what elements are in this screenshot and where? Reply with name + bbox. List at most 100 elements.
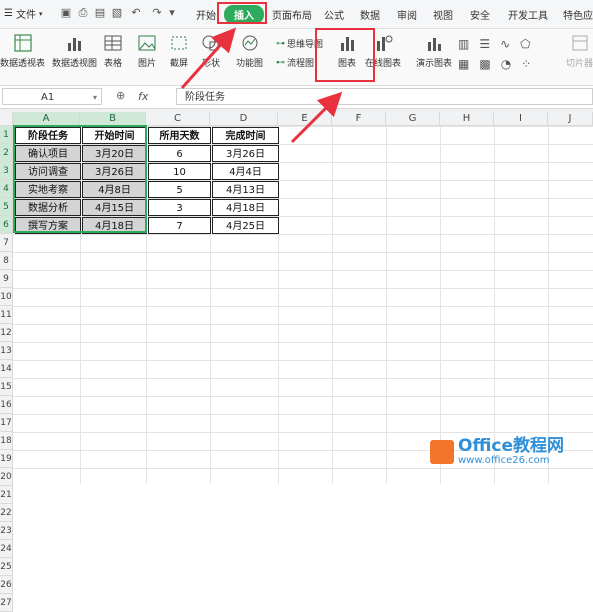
tab-formulas[interactable]: 公式 xyxy=(324,7,344,22)
row-header[interactable]: 21 xyxy=(0,486,13,504)
row-header[interactable]: 24 xyxy=(0,540,13,558)
tab-developer[interactable]: 开发工具 xyxy=(508,7,548,22)
row-header[interactable]: 22 xyxy=(0,504,13,522)
row-header[interactable]: 23 xyxy=(0,522,13,540)
table-cell[interactable]: 5 xyxy=(148,181,211,198)
column-header-j[interactable]: J xyxy=(548,112,593,126)
table-cell[interactable]: 10 xyxy=(148,163,211,180)
table-button[interactable]: 表格 xyxy=(102,33,124,69)
picture-button[interactable]: 图片 xyxy=(136,33,158,69)
column-header-i[interactable]: I xyxy=(494,112,548,126)
screenshot-button[interactable]: 截屏 xyxy=(168,33,190,69)
row-header[interactable]: 26 xyxy=(0,576,13,594)
menu-bar: ☰ 文件 ▾ ▣ ⎙ ▤ ▧ ↶ ↷ ▾ 开始 插入 页面布局 公式 数据 审阅… xyxy=(0,0,593,29)
column-header-e[interactable]: E xyxy=(278,112,332,126)
mind-map-icon: ⊶ xyxy=(276,38,285,49)
bar-chart-icon[interactable]: ☰ xyxy=(479,37,490,51)
save-icon[interactable]: ▣ xyxy=(60,7,72,19)
chevron-down-icon: ▾ xyxy=(38,9,43,18)
column-header-c[interactable]: C xyxy=(146,112,210,126)
file-menu[interactable]: ☰ 文件 ▾ xyxy=(4,6,42,21)
tab-view[interactable]: 视图 xyxy=(433,7,453,22)
header-days[interactable]: 所用天数 xyxy=(148,127,211,144)
select-all-corner[interactable] xyxy=(0,112,13,126)
table-cell[interactable]: 4月18日 xyxy=(212,199,279,216)
row-header[interactable]: 8 xyxy=(0,252,13,270)
row-header[interactable]: 10 xyxy=(0,288,13,306)
function-chart-button[interactable]: 功能图 xyxy=(236,33,263,69)
table-cell[interactable]: 3月26日 xyxy=(212,145,279,162)
row-header[interactable]: 2 xyxy=(0,144,13,162)
row-header[interactable]: 6 xyxy=(0,216,13,234)
column-header-b[interactable]: B xyxy=(80,112,146,126)
row-header[interactable]: 27 xyxy=(0,594,13,612)
row-header[interactable]: 7 xyxy=(0,234,13,252)
flowchart-button[interactable]: ⊷ 流程图 xyxy=(276,56,314,70)
grid-line xyxy=(494,126,495,484)
pivot-chart-button[interactable]: 数据透视图 xyxy=(52,33,97,69)
ribbon: 数据透视表 数据透视图 表格 图片 截屏 形状 功能图 ⊶ 思维导图 ⊷ 流程图… xyxy=(0,29,593,86)
row-header[interactable]: 15 xyxy=(0,378,13,396)
tab-security[interactable]: 安全 xyxy=(470,7,490,22)
row-header[interactable]: 14 xyxy=(0,360,13,378)
column-header-h[interactable]: H xyxy=(440,112,494,126)
column-header-g[interactable]: G xyxy=(386,112,440,126)
row-header[interactable]: 20 xyxy=(0,468,13,486)
pivot-table-button[interactable]: 数据透视表 xyxy=(0,33,45,69)
column-header-a[interactable]: A xyxy=(13,112,80,126)
print-icon[interactable]: ⎙ xyxy=(77,7,89,19)
radar-chart-icon[interactable]: ⬠ xyxy=(520,37,530,51)
function-chart-label: 功能图 xyxy=(236,59,264,69)
grid-line xyxy=(548,126,549,484)
row-header[interactable]: 13 xyxy=(0,342,13,360)
more-icon[interactable]: ▾ xyxy=(166,7,178,19)
demo-chart-button[interactable]: 演示图表 xyxy=(416,33,452,69)
slicer-icon xyxy=(572,35,587,51)
row-header[interactable]: 16 xyxy=(0,396,13,414)
function-icon[interactable]: fx xyxy=(138,90,148,103)
tab-page-layout[interactable]: 页面布局 xyxy=(272,7,312,22)
row-header[interactable]: 5 xyxy=(0,198,13,216)
redo-icon[interactable]: ↷ xyxy=(151,7,163,19)
row-header[interactable]: 9 xyxy=(0,270,13,288)
row-header[interactable]: 3 xyxy=(0,162,13,180)
column-header-d[interactable]: D xyxy=(210,112,278,126)
pie-chart-icon[interactable]: ◔ xyxy=(501,57,511,71)
header-finish-time[interactable]: 完成时间 xyxy=(212,127,279,144)
table-cell[interactable]: 6 xyxy=(148,145,211,162)
tab-review[interactable]: 审阅 xyxy=(397,7,417,22)
undo-icon[interactable]: ↶ xyxy=(130,7,142,19)
slicer-button[interactable]: 切片器 xyxy=(566,33,593,69)
chart-type-row-1: ▥ ☰ ∿ ⬠ xyxy=(458,37,531,51)
formula-input[interactable]: 阶段任务 xyxy=(176,88,593,105)
column-header-f[interactable]: F xyxy=(332,112,386,126)
row-header[interactable]: 25 xyxy=(0,558,13,576)
tab-features[interactable]: 特色应 xyxy=(563,7,593,22)
name-box[interactable]: A1 ▾ xyxy=(2,88,102,105)
column-chart-icon[interactable]: ▥ xyxy=(458,37,469,51)
table-cell[interactable]: 4月25日 xyxy=(212,217,279,234)
print-preview-icon[interactable]: ▤ xyxy=(94,7,106,19)
tab-data[interactable]: 数据 xyxy=(360,7,380,22)
area-chart-icon[interactable]: ▦ xyxy=(458,57,469,71)
zoom-search-icon[interactable]: ⊕ xyxy=(116,89,125,102)
row-header[interactable]: 18 xyxy=(0,432,13,450)
tab-home[interactable]: 开始 xyxy=(196,7,216,22)
table-cell[interactable]: 7 xyxy=(148,217,211,234)
row-header[interactable]: 4 xyxy=(0,180,13,198)
row-header[interactable]: 12 xyxy=(0,324,13,342)
row-header[interactable]: 19 xyxy=(0,450,13,468)
shape-button[interactable]: 形状 xyxy=(200,33,222,69)
pivot-table-icon xyxy=(13,34,32,52)
line-chart-icon[interactable]: ∿ xyxy=(500,37,510,51)
row-header[interactable]: 11 xyxy=(0,306,13,324)
stock-chart-icon[interactable]: ▩ xyxy=(479,57,490,71)
demo-chart-label: 演示图表 xyxy=(416,59,453,69)
table-cell[interactable]: 4月4日 xyxy=(212,163,279,180)
row-header[interactable]: 17 xyxy=(0,414,13,432)
scatter-chart-icon[interactable]: ⁘ xyxy=(521,57,531,71)
row-header[interactable]: 1 xyxy=(0,126,13,144)
table-cell[interactable]: 4月13日 xyxy=(212,181,279,198)
export-icon[interactable]: ▧ xyxy=(111,7,123,19)
table-cell[interactable]: 3 xyxy=(148,199,211,216)
